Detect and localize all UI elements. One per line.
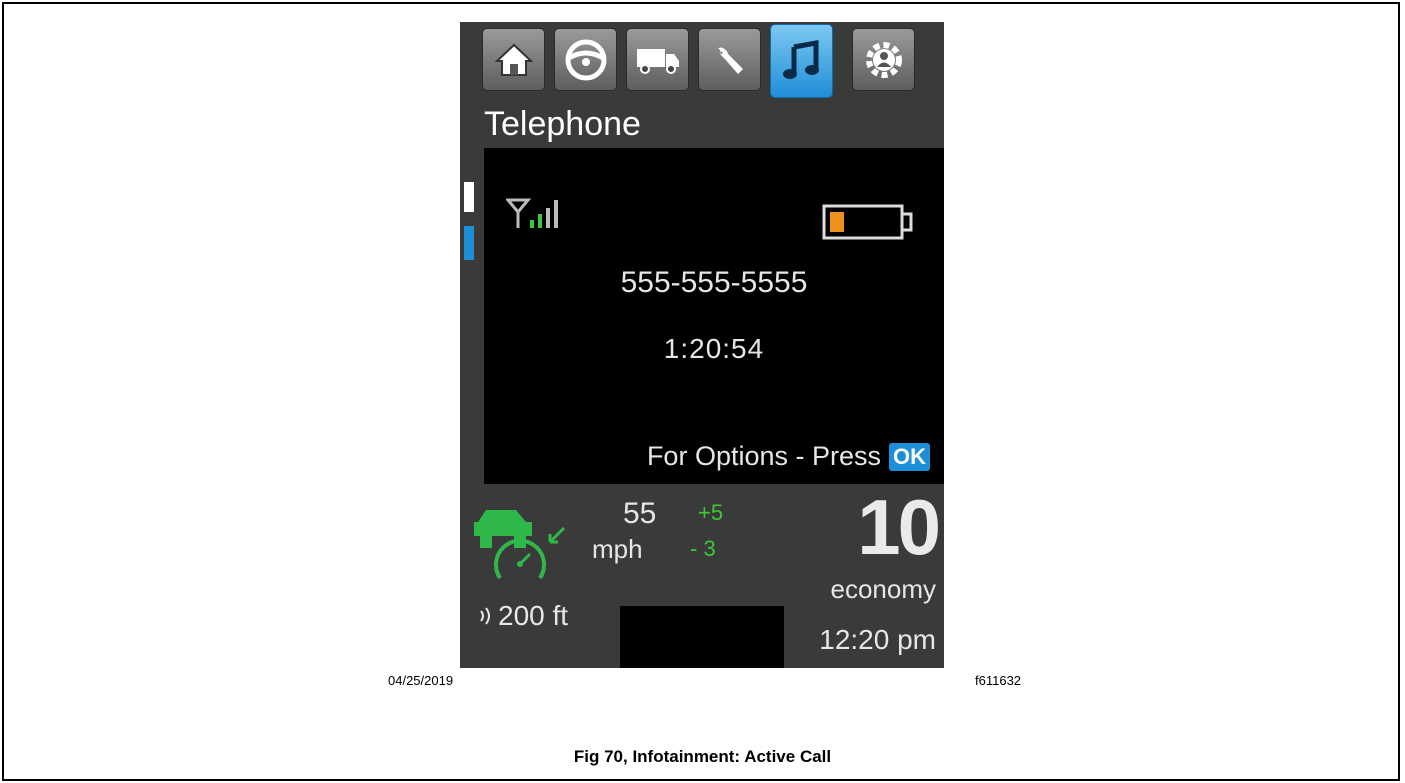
- fuel-economy-value: 10: [857, 483, 941, 571]
- active-call-panel: 555-555-5555 1:20:54 For Options - Press…: [484, 148, 944, 484]
- blank-display-area: [620, 606, 784, 668]
- tab-truck[interactable]: [626, 28, 689, 91]
- figure-caption: Fig 70, Infotainment: Active Call: [573, 747, 832, 766]
- wrench-icon: [717, 45, 743, 74]
- clock-time: 12:20 pm: [819, 624, 936, 655]
- options-hint: For Options - Press OK: [647, 441, 930, 472]
- speed-delta-minus: - 3: [690, 536, 716, 561]
- scroll-thumb-active: [464, 226, 474, 260]
- call-duration: 1:20:54: [663, 333, 765, 364]
- distance-value: 200 ft: [498, 600, 569, 631]
- speed-unit: mph: [592, 534, 643, 564]
- tab-vehicle[interactable]: [554, 28, 617, 91]
- truck-icon: [636, 48, 679, 74]
- battery-low-icon: [822, 204, 913, 240]
- tab-service[interactable]: [698, 28, 761, 91]
- scroll-indicator: [464, 182, 476, 262]
- set-speed: 55: [623, 497, 657, 530]
- following-distance: 200 ft: [478, 600, 568, 632]
- ok-button[interactable]: OK: [889, 442, 930, 471]
- signal-strength-icon: [506, 198, 558, 228]
- tab-bar: [460, 22, 944, 104]
- settings-gear-icon: [865, 41, 902, 78]
- caption-figure-id: f611632: [975, 673, 1022, 688]
- economy-label: economy: [830, 574, 937, 604]
- caption-date: 04/25/2019: [388, 673, 454, 688]
- tab-settings[interactable]: [852, 28, 915, 91]
- steering-wheel-icon: [565, 39, 606, 80]
- status-area: 55 mph +5 - 3 10 economy 12:20 pm 200 ft: [460, 484, 944, 668]
- home-icon: [493, 43, 534, 76]
- instrument-display: Telephone 555-555-5555 1:20:54 For Optio…: [460, 22, 944, 668]
- options-text: For Options - Press: [646, 441, 881, 471]
- scroll-thumb-inactive: [464, 182, 474, 212]
- phone-number: 555-555-5555: [620, 266, 808, 299]
- tab-home[interactable]: [482, 28, 545, 91]
- radar-waves-icon: [480, 607, 490, 625]
- cruise-following-distance-icon: [474, 510, 566, 580]
- tab-media[interactable]: [770, 24, 833, 98]
- speed-delta-plus: +5: [698, 500, 724, 525]
- screen-title: Telephone: [484, 105, 641, 143]
- music-note-icon: [782, 40, 819, 79]
